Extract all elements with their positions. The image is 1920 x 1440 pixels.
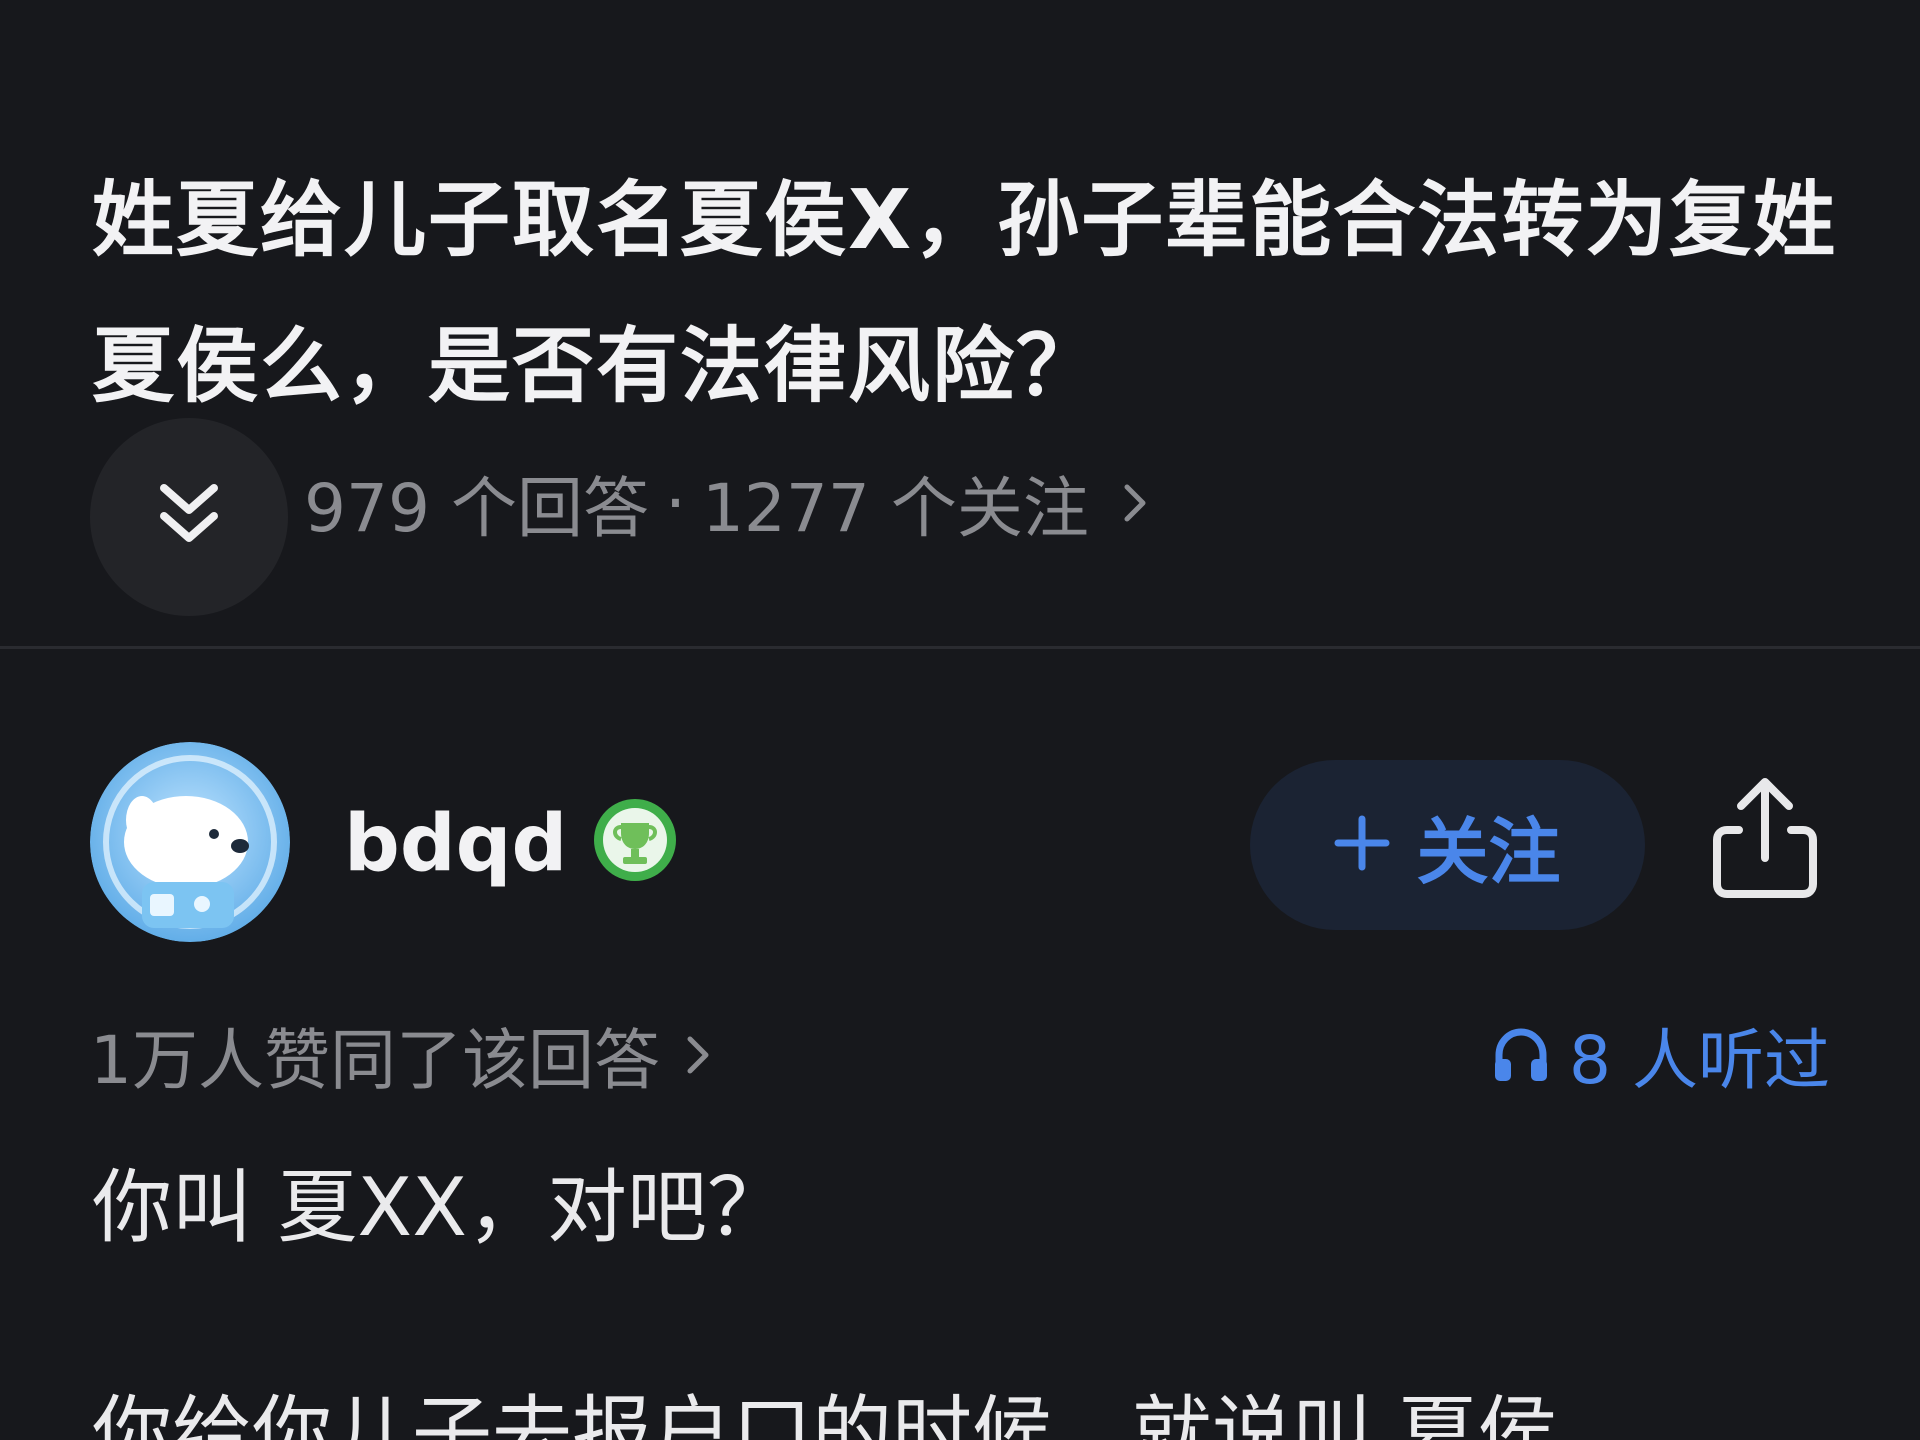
- approvals-text: 1万人赞同了该回答: [90, 1022, 660, 1099]
- meta-separator: ·: [664, 464, 686, 542]
- approvals-link[interactable]: 1万人赞同了该回答: [90, 1010, 710, 1100]
- section-divider: [0, 646, 1920, 649]
- answer-body-line: 你叫 夏XX，对吧？: [92, 1161, 788, 1254]
- plus-icon: [1334, 800, 1390, 890]
- collapse-button[interactable]: [90, 418, 288, 616]
- chevron-right-icon: [686, 1033, 710, 1077]
- headphones-icon: [1491, 1025, 1551, 1085]
- answer-page: 姓夏给儿子取名夏侯X，孙子辈能合法转为复姓夏侯么，是否有法律风险？ 979 个回…: [0, 0, 1920, 1440]
- question-title[interactable]: 姓夏给儿子取名夏侯X，孙子辈能合法转为复姓夏侯么，是否有法律风险？: [92, 148, 1852, 440]
- question-meta-link[interactable]: 979 个回答 · 1277 个关注: [304, 460, 1147, 547]
- followers-count: 1277 个关注: [701, 470, 1089, 547]
- answer-body-line: 你给你儿子去报户口的时候，就说叫 夏侯: [92, 1387, 1558, 1440]
- listened-text: 8 人听过: [1569, 1022, 1830, 1099]
- avatar[interactable]: [90, 742, 290, 942]
- author-username[interactable]: bdqd: [344, 796, 567, 892]
- share-button[interactable]: [1705, 772, 1825, 902]
- double-chevron-down-icon: [156, 480, 222, 554]
- follow-label: 关注: [1416, 809, 1561, 894]
- trophy-icon: [592, 797, 678, 883]
- listened-button[interactable]: 8 人听过: [1491, 1010, 1830, 1100]
- chevron-right-icon: [1123, 481, 1147, 525]
- share-icon: [1705, 778, 1825, 906]
- answers-count: 979 个回答: [304, 470, 649, 547]
- follow-button[interactable]: 关注: [1250, 760, 1645, 930]
